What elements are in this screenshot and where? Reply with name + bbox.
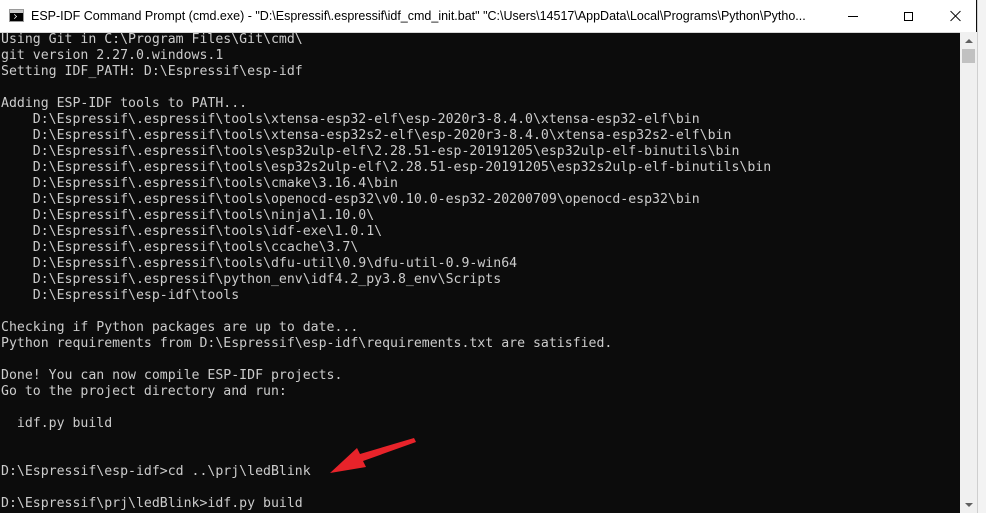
red-arrow-icon: [330, 438, 416, 473]
annotation-arrow: [330, 438, 416, 473]
